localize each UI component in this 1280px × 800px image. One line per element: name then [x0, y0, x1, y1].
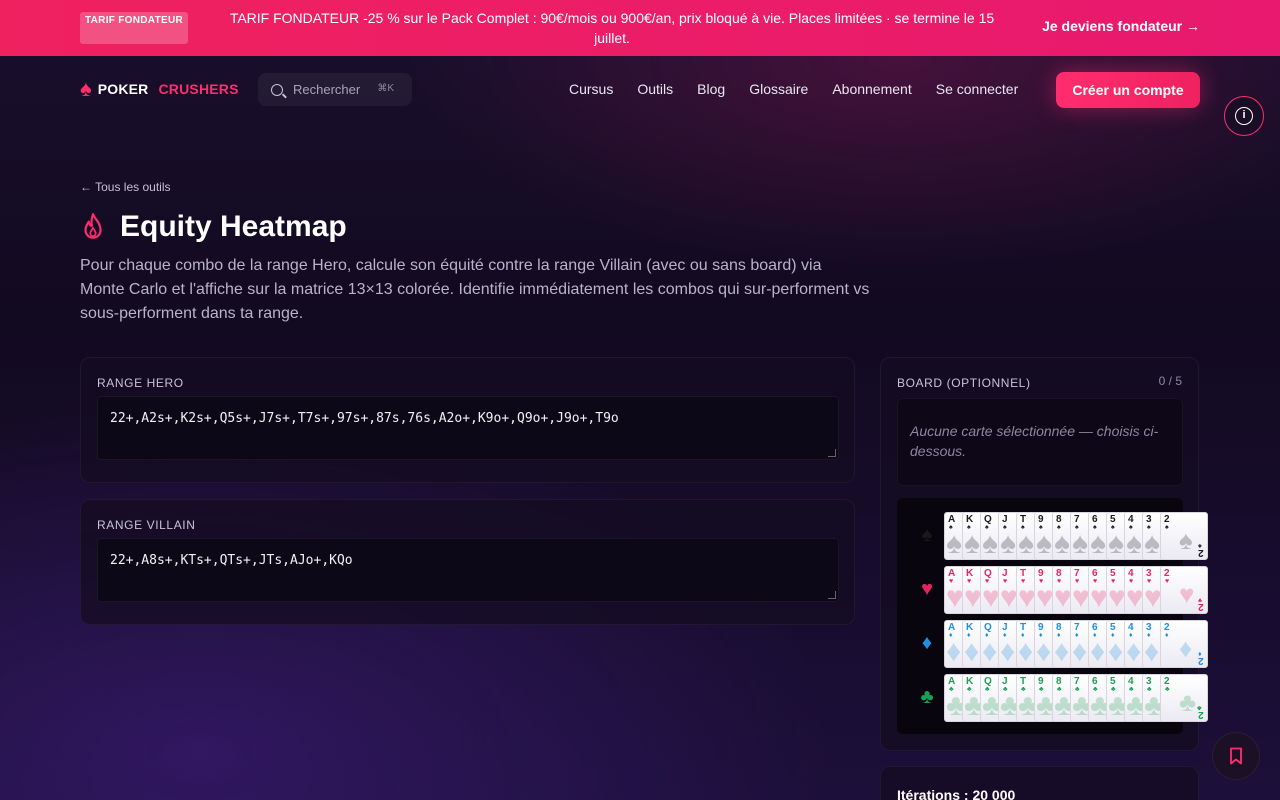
villain-range-value: 22+,A8s+,KTs+,QTs+,JTs,AJo+,KQo: [110, 553, 353, 568]
diamond-watermark-icon: ♦: [1108, 635, 1124, 668]
spade-pip-icon: ♠: [1165, 524, 1169, 531]
card-2-club[interactable]: 2 ♣ ♣ 2 ♣: [1160, 674, 1208, 722]
board-label: BOARD (OPTIONNEL): [897, 376, 1031, 390]
board-panel: BOARD (OPTIONNEL) 0 / 5 Aucune carte sél…: [880, 357, 1208, 751]
spade-watermark-icon: ♠: [946, 527, 962, 560]
page-title: Equity Heatmap: [120, 210, 347, 243]
main-nav: Cursus Outils Blog Glossaire Abonnement …: [569, 81, 1018, 97]
spade-watermark-icon: ♠: [1144, 527, 1160, 560]
board-empty-message: Aucune carte sélectionnée — choisis ci-d…: [897, 398, 1183, 486]
spade-watermark-icon: ♠: [1072, 527, 1088, 560]
promo-badge: TARIF FONDATEUR: [80, 12, 188, 44]
card-2-spade[interactable]: 2 ♠ ♠ 2 ♠: [1160, 512, 1208, 560]
diamond-watermark-icon: ♦: [1072, 635, 1088, 668]
heart-watermark-icon: ♥: [1179, 579, 1195, 609]
hero-range-value: 22+,A2s+,K2s+,Q5s+,J7s+,T7s+,97s+,87s,76…: [110, 411, 619, 426]
villain-range-label: RANGE VILLAIN: [97, 518, 196, 532]
spade-watermark-icon: ♠: [1054, 527, 1070, 560]
villain-range-input[interactable]: 22+,A8s+,KTs+,QTs+,JTs,AJo+,KQo: [97, 538, 839, 602]
iterations-panel: Itérations : 20 000: [880, 766, 1199, 800]
club-pip-icon: ♣: [1165, 686, 1170, 693]
spade-watermark-icon: ♠: [1036, 527, 1052, 560]
search-placeholder: Rechercher: [293, 82, 361, 97]
diamond-watermark-icon: ♦: [1054, 635, 1070, 668]
nav-abonnement[interactable]: Abonnement: [832, 81, 911, 97]
club-icon: ♣: [920, 686, 934, 708]
logo-text-crushers: CRUSHERS: [158, 81, 239, 97]
info-button[interactable]: i: [1224, 96, 1264, 136]
promo-cta-link[interactable]: Je deviens fondateur →: [1042, 18, 1200, 34]
club-watermark-icon: ♣: [1179, 687, 1197, 717]
nav-glossaire[interactable]: Glossaire: [749, 81, 808, 97]
diamond-corner-pip-icon: ♦: [1198, 650, 1202, 657]
spade-watermark-icon: ♠: [1018, 527, 1034, 560]
diamond-watermark-icon: ♦: [1126, 635, 1142, 668]
spade-watermark-icon: ♠: [982, 527, 998, 560]
heart-pip-icon: ♥: [1165, 578, 1170, 585]
resize-handle-icon[interactable]: [828, 449, 836, 457]
page-description: Pour chaque combo de la range Hero, calc…: [80, 257, 870, 322]
logo-text-poker: POKER: [97, 81, 149, 97]
search-icon: [271, 83, 283, 96]
spade-icon: ♠: [921, 524, 933, 546]
back-link[interactable]: ← Tous les outils: [80, 180, 171, 194]
flame-icon: [84, 213, 102, 239]
spade-watermark-icon: ♠: [1108, 527, 1124, 560]
heart-corner-pip-icon: ♥: [1197, 596, 1202, 603]
hero-range-panel: RANGE HERO 22+,A2s+,K2s+,Q5s+,J7s+,T7s+,…: [80, 357, 855, 483]
diamond-watermark-icon: ♦: [964, 635, 980, 668]
diamond-watermark-icon: ♦: [1000, 635, 1016, 668]
spade-watermark-icon: ♠: [1179, 525, 1193, 555]
club-corner-pip-icon: ♣: [1197, 704, 1202, 711]
diamond-watermark-icon: ♦: [1090, 635, 1106, 668]
card-2-diamond[interactable]: 2 ♦ ♦ 2 ♦: [1160, 620, 1208, 668]
iterations-label: Itérations : 20 000: [897, 787, 1016, 800]
spade-watermark-icon: ♠: [964, 527, 980, 560]
promo-text: TARIF FONDATEUR -25 % sur le Pack Comple…: [229, 10, 995, 46]
signup-button[interactable]: Créer un compte: [1056, 72, 1200, 108]
board-count: 0 / 5: [1158, 374, 1182, 388]
search-shortcut: ⌘K: [377, 83, 394, 94]
info-icon: i: [1235, 107, 1253, 125]
logo[interactable]: ♠ POKER CRUSHERS: [80, 78, 239, 100]
diamond-watermark-icon: ♦: [982, 635, 998, 668]
nav-blog[interactable]: Blog: [697, 81, 725, 97]
spade-watermark-icon: ♠: [1090, 527, 1106, 560]
nav-login[interactable]: Se connecter: [936, 81, 1019, 97]
diamond-watermark-icon: ♦: [946, 635, 962, 668]
bookmark-button[interactable]: [1212, 732, 1260, 780]
spade-watermark-icon: ♠: [1126, 527, 1142, 560]
hero-range-label: RANGE HERO: [97, 376, 184, 390]
heart-icon: ♥: [921, 578, 933, 600]
diamond-watermark-icon: ♦: [1179, 633, 1193, 663]
diamond-watermark-icon: ♦: [1036, 635, 1052, 668]
resize-handle-icon[interactable]: [828, 591, 836, 599]
spade-corner-pip-icon: ♠: [1198, 542, 1202, 549]
spade-watermark-icon: ♠: [1000, 527, 1016, 560]
card-picker: ♠ A ♠ ♠ K ♠ ♠ Q ♠ ♠ J ♠ ♠ T ♠ ♠ 9 ♠ ♠ 8 ♠ ♠ 7 ♠ ♠ 6 ♠ ♠ 5 ♠ ♠ 4 ♠ ♠ 3 ♠ ♠ 2 ♠ ♠…: [897, 498, 1208, 734]
diamond-watermark-icon: ♦: [1144, 635, 1160, 668]
spade-logo-icon: ♠: [80, 76, 92, 101]
search-button[interactable]: Rechercher ⌘K: [258, 73, 412, 106]
card-2-heart[interactable]: 2 ♥ ♥ 2 ♥: [1160, 566, 1208, 614]
nav-cursus[interactable]: Cursus: [569, 81, 613, 97]
diamond-watermark-icon: ♦: [1018, 635, 1034, 668]
nav-outils[interactable]: Outils: [637, 81, 673, 97]
hero-range-input[interactable]: 22+,A2s+,K2s+,Q5s+,J7s+,T7s+,97s+,87s,76…: [97, 396, 839, 460]
page-title-row: Equity Heatmap: [80, 210, 347, 244]
promo-banner: TARIF FONDATEUR TARIF FONDATEUR -25 % su…: [0, 0, 1280, 56]
bookmark-icon: [1230, 747, 1242, 765]
diamond-pip-icon: ♦: [1165, 632, 1169, 639]
diamond-icon: ♦: [921, 632, 933, 654]
villain-range-panel: RANGE VILLAIN 22+,A8s+,KTs+,QTs+,JTs,AJo…: [80, 499, 855, 625]
